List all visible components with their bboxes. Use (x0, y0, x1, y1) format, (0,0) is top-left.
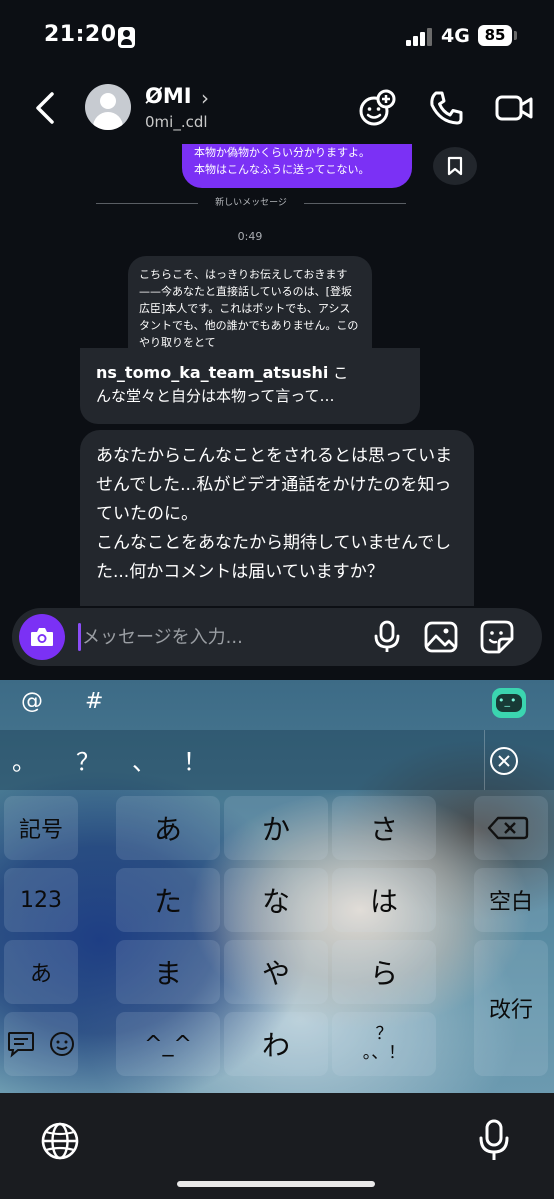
punct-key-comma[interactable]: 、 (132, 742, 156, 777)
status-bar: 21:20 4G 85 (0, 0, 554, 72)
chat-bubble-icon (8, 1032, 34, 1058)
battery-cap-icon (514, 31, 517, 40)
kana-key-ya[interactable]: や (224, 940, 328, 1004)
bookmark-icon (447, 156, 463, 176)
kana-key-ka[interactable]: か (224, 796, 328, 860)
punctuation-bar: 。 ？ 、 ！ (0, 730, 554, 790)
reply-preview-card[interactable]: ns_tomo_ka_team_atsushi こ んな堂々と自分は本物って言っ… (80, 348, 420, 424)
contact-name[interactable]: ØMI (145, 84, 192, 108)
kana-key-ta[interactable]: た (116, 868, 220, 932)
avatar[interactable] (85, 84, 131, 130)
message-composer (12, 608, 542, 666)
battery-level: 85 (478, 25, 512, 46)
message-paragraph: こんなことをあなたから期待していませんでした...何かコメントは届いていますか？ (96, 533, 452, 582)
outgoing-message[interactable]: 本物か偽物かくらい分かりますよ。 本物はこんなふうに送ってこない。 (182, 144, 412, 188)
incoming-message[interactable]: あなたからこんなことをされるとは思っていませんでした...私がビデオ通話をかけた… (80, 430, 474, 606)
chevron-right-icon: › (201, 86, 209, 110)
video-call-icon[interactable] (494, 88, 534, 128)
focus-person-icon (118, 27, 135, 48)
kana-key-a[interactable]: あ (116, 796, 220, 860)
hashtag-key[interactable]: # (85, 689, 103, 714)
message-input[interactable] (82, 618, 342, 656)
home-indicator[interactable] (177, 1181, 375, 1187)
kaomoji-key[interactable]: ^_^ (116, 1012, 220, 1076)
divider (484, 730, 485, 790)
symbol-key[interactable]: 記号 (4, 796, 78, 860)
kana-key-ra[interactable]: ら (332, 940, 436, 1004)
message-timestamp: 0:49 (237, 230, 263, 243)
incoming-message[interactable]: こちらこそ、はっきりお伝えしておきます——今あなたと直接話しているのは、[登坂広… (128, 256, 372, 348)
back-arrow-icon[interactable] (30, 90, 62, 126)
clear-circle-icon[interactable] (487, 744, 521, 778)
punct-key-question[interactable]: ？ (76, 742, 100, 777)
contact-handle[interactable]: 0mi_.cdl (145, 113, 208, 131)
return-key[interactable]: 改行 (474, 940, 548, 1076)
punct-key-period[interactable]: 。 (12, 742, 36, 777)
emoji-keys[interactable] (4, 1012, 78, 1076)
kana-key-ha[interactable]: は (332, 868, 436, 932)
at-sign-key[interactable]: @ (21, 689, 43, 714)
chat-header: ØMI › 0mi_.cdl (0, 72, 554, 144)
camera-button[interactable] (19, 614, 65, 660)
add-people-icon[interactable] (357, 88, 397, 128)
space-key[interactable]: 空白 (474, 868, 548, 932)
bookmark-button[interactable] (433, 147, 477, 185)
keyboard-toolbar: @ # (0, 680, 554, 730)
reply-username: ns_tomo_ka_team_atsushi (96, 363, 329, 382)
backspace-icon[interactable] (474, 796, 548, 860)
message-thread[interactable]: 本物か偽物かくらい分かりますよ。 本物はこんなふうに送ってこない。 新しいメッセ… (0, 144, 554, 606)
kana-key-sa[interactable]: さ (332, 796, 436, 860)
reply-text-continued: んな堂々と自分は本物って言って… (96, 387, 335, 405)
new-messages-label: 新しいメッセージ (215, 198, 287, 208)
new-messages-divider: 新しいメッセージ (96, 196, 406, 210)
kana-mode-key[interactable]: あ (4, 940, 78, 1004)
status-time: 21:20 (44, 22, 117, 47)
network-type: 4G (441, 25, 470, 47)
reply-text: こ (328, 364, 349, 382)
number-mode-key[interactable]: 123 (4, 868, 78, 932)
phone-call-icon[interactable] (426, 88, 466, 128)
globe-icon[interactable] (40, 1121, 80, 1161)
japanese-keyboard: @ # 。 ？ 、 ！ 記号 123 あ あ か さ た な は ま や ら (0, 680, 554, 1093)
outgoing-message-line: 本物はこんなふうに送ってこない。 (194, 163, 370, 176)
dictation-microphone-icon[interactable] (476, 1119, 512, 1163)
outgoing-message-line: 本物か偽物かくらい分かりますよ。 (194, 146, 370, 159)
kana-key-ma[interactable]: ま (116, 940, 220, 1004)
gallery-icon[interactable] (423, 619, 459, 655)
emoji-icon (50, 1032, 74, 1056)
kana-key-na[interactable]: な (224, 868, 328, 932)
message-paragraph: あなたからこんなことをされるとは思っていませんでした...私がビデオ通話をかけた… (96, 446, 453, 524)
sticker-icon[interactable] (479, 619, 515, 655)
kana-key-wa[interactable]: わ (224, 1012, 328, 1076)
keyboard-mascot-icon[interactable] (492, 688, 526, 718)
punctuation-key[interactable]: ？ 。、！ (332, 1012, 436, 1076)
keyboard-bottom-bar (0, 1093, 554, 1199)
cellular-signal-icon (406, 28, 434, 46)
microphone-icon[interactable] (369, 619, 405, 655)
punct-key-exclaim[interactable]: ！ (183, 742, 207, 777)
camera-icon (31, 628, 53, 646)
text-cursor (78, 623, 81, 651)
